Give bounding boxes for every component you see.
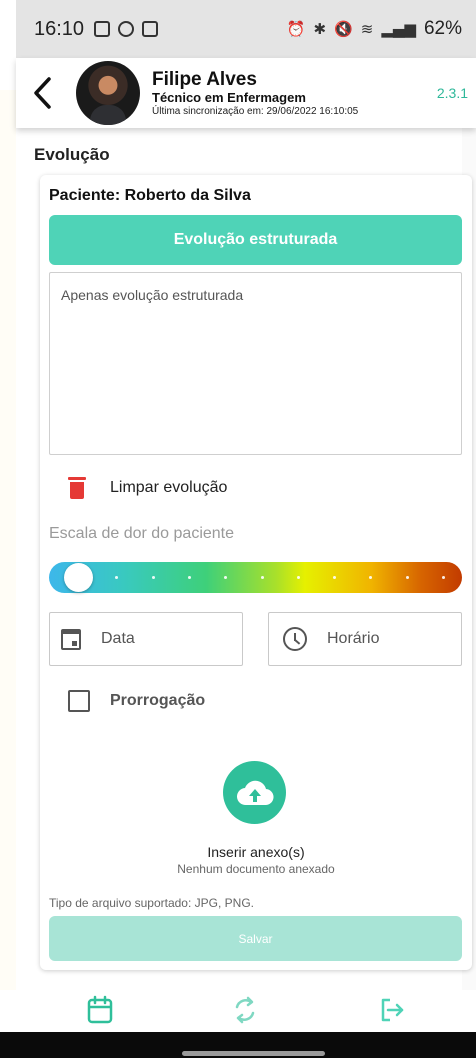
clear-evolution-label: Limpar evolução xyxy=(110,479,228,496)
avatar xyxy=(76,61,140,125)
last-sync: Última sincronização em: 29/06/2022 16:1… xyxy=(152,105,359,117)
prorrogation-label: Prorrogação xyxy=(110,692,206,709)
pain-scale-tick xyxy=(115,576,119,579)
prorrogation-checkbox-row[interactable]: Prorrogação xyxy=(68,690,205,712)
mute-icon: 🔇 xyxy=(334,20,353,38)
clock-icon xyxy=(283,627,307,651)
signal-icon: ▂▄▆ xyxy=(381,20,416,38)
pain-scale-slider[interactable] xyxy=(49,562,462,593)
cloud-upload-icon xyxy=(236,780,274,805)
calendar-icon xyxy=(61,628,81,650)
user-name: Filipe Alves xyxy=(152,68,257,90)
pain-scale-tick xyxy=(151,576,155,579)
date-placeholder: Data xyxy=(101,630,135,647)
attach-label: Inserir anexo(s) xyxy=(207,844,305,860)
notification-icon xyxy=(142,21,159,37)
app-header: Filipe Alves Técnico em Enfermagem Últim… xyxy=(16,58,476,128)
home-indicator[interactable] xyxy=(182,1051,325,1056)
calendar-icon xyxy=(87,995,113,1024)
left-margin xyxy=(0,90,16,990)
pain-scale-tick xyxy=(405,576,409,579)
app-version: 2.3.1 xyxy=(436,85,468,101)
structured-evolution-button[interactable]: Evolução estruturada xyxy=(49,215,462,265)
logout-icon xyxy=(381,998,404,1022)
wifi-icon: ≋ xyxy=(360,20,374,38)
user-info: Filipe Alves Técnico em Enfermagem Últim… xyxy=(152,69,358,117)
status-notification-icons xyxy=(94,21,159,37)
user-role: Técnico em Enfermagem xyxy=(152,89,306,105)
status-time: 16:10 xyxy=(34,17,85,40)
pain-scale-tick xyxy=(296,576,300,579)
chevron-left-icon xyxy=(34,77,51,109)
pain-scale-tick xyxy=(224,576,228,579)
pain-scale-tick xyxy=(442,576,445,579)
alarm-icon: ⏰ xyxy=(286,20,306,38)
pain-scale-tick xyxy=(187,576,191,579)
pain-scale-tick xyxy=(333,576,337,579)
pain-scale-label: Escala de dor do paciente xyxy=(49,525,235,542)
date-field[interactable]: Data xyxy=(49,612,243,666)
pain-scale-tick xyxy=(369,576,373,579)
upload-attachment-button[interactable] xyxy=(223,761,286,824)
patient-name: Paciente: Roberto da Silva xyxy=(49,187,251,204)
evolution-textarea[interactable]: Apenas evolução estruturada xyxy=(49,272,462,455)
time-placeholder: Horário xyxy=(327,630,380,647)
attach-status: Nenhum documento anexado xyxy=(177,862,335,876)
nav-calendar-button[interactable] xyxy=(80,990,120,1030)
nav-logout-button[interactable] xyxy=(372,990,412,1030)
battery-level: 62% xyxy=(423,18,462,39)
status-system-icons: ⏰ ✱ 🔇 ≋ ▂▄▆ 62% xyxy=(287,18,462,40)
time-field[interactable]: Horário xyxy=(268,612,462,666)
page-title: Evolução xyxy=(34,145,110,164)
back-button[interactable] xyxy=(22,68,62,118)
pain-scale-thumb[interactable] xyxy=(64,563,93,592)
supported-file-types: Tipo de arquivo suportado: JPG, PNG. xyxy=(49,896,254,910)
dnd-icon xyxy=(118,21,135,37)
trash-icon xyxy=(68,477,86,499)
evolution-card: Paciente: Roberto da Silva Evolução estr… xyxy=(40,175,472,970)
clear-evolution-button[interactable]: Limpar evolução xyxy=(68,477,227,499)
gallery-icon xyxy=(94,21,111,37)
bluetooth-icon: ✱ xyxy=(313,20,327,38)
pain-scale-tick xyxy=(260,576,264,579)
bottom-navigation xyxy=(16,990,476,1032)
nav-sync-button[interactable] xyxy=(225,990,265,1030)
status-bar: 16:10 ⏰ ✱ 🔇 ≋ ▂▄▆ 62% xyxy=(16,0,476,58)
save-button[interactable]: Salvar xyxy=(49,916,462,961)
sync-icon xyxy=(235,996,255,1024)
prorrogation-checkbox[interactable] xyxy=(68,690,90,712)
